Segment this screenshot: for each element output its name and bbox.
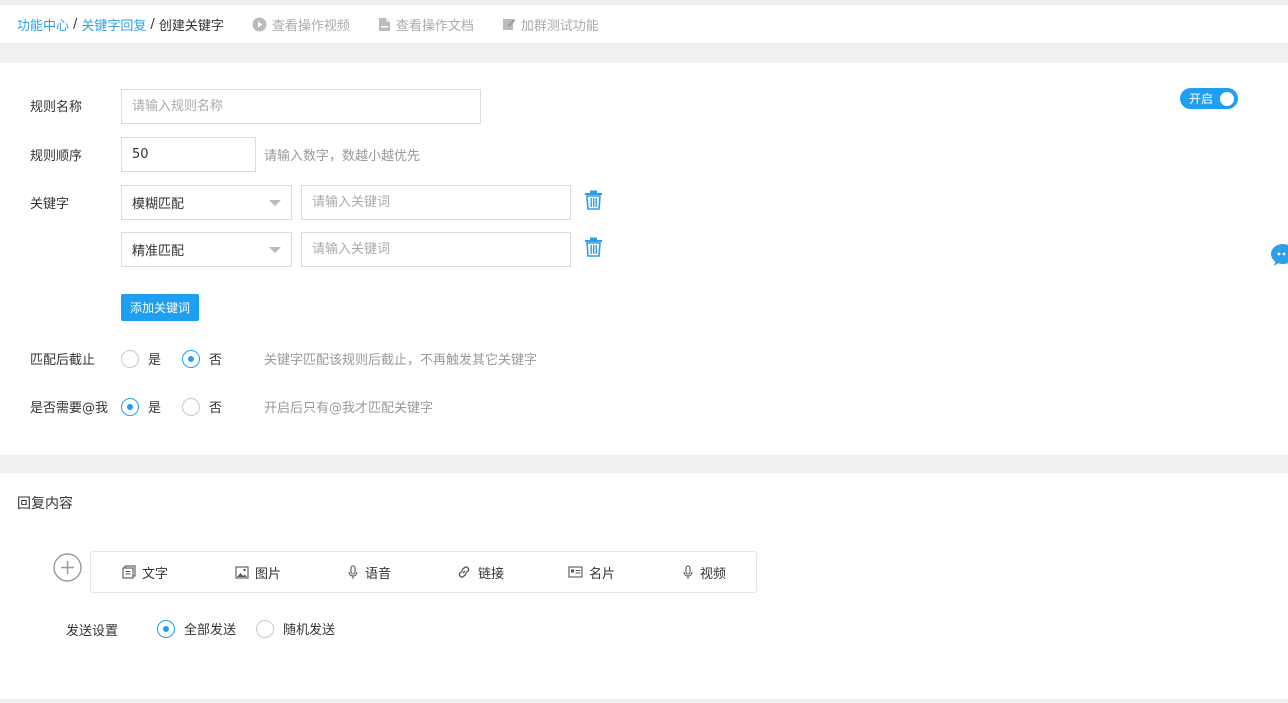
rule-order-hint: 请输入数字，数越小越优先 bbox=[264, 149, 421, 164]
microphone-icon bbox=[682, 564, 694, 580]
send-random-option[interactable]: 随机发送 bbox=[256, 619, 335, 638]
toggle-label: 开启 bbox=[1189, 92, 1214, 106]
radio-button[interactable] bbox=[182, 397, 200, 416]
reply-type-toolbar: 文字 图片 语音 链接 名片 视频 bbox=[90, 551, 757, 593]
need-at-hint: 开启后只有@我才匹配关键字 bbox=[264, 401, 434, 416]
radio-label: 是 bbox=[148, 401, 162, 416]
breadcrumb-separator: / bbox=[73, 16, 78, 32]
link-icon bbox=[456, 564, 472, 580]
radio-button-selected[interactable] bbox=[157, 619, 175, 638]
radio-label: 否 bbox=[209, 353, 223, 368]
select-value: 精准匹配 bbox=[132, 244, 185, 259]
stop-after-match-yes[interactable]: 是 bbox=[121, 349, 161, 368]
join-group-label: 加群测试功能 bbox=[520, 18, 599, 34]
rule-form-panel: 开启 规则名称 规则顺序 请输入数字，数越小越优先 关键字 模糊匹配 精准匹配 … bbox=[0, 63, 1288, 455]
tool-video[interactable]: 视频 bbox=[682, 552, 726, 592]
toggle-knob bbox=[1220, 92, 1234, 106]
need-at-yes[interactable]: 是 bbox=[121, 397, 161, 416]
add-keyword-button[interactable]: 添加关键词 bbox=[121, 294, 199, 321]
tool-image[interactable]: 图片 bbox=[235, 552, 281, 592]
tool-label: 图片 bbox=[255, 566, 282, 582]
tool-link[interactable]: 链接 bbox=[456, 552, 504, 592]
edit-icon bbox=[502, 17, 516, 31]
chat-bubble-icon[interactable] bbox=[1270, 242, 1288, 274]
delete-keyword-icon[interactable] bbox=[584, 190, 603, 214]
image-icon bbox=[235, 565, 249, 579]
need-at-no[interactable]: 否 bbox=[182, 397, 222, 416]
view-doc-label: 查看操作文档 bbox=[395, 18, 474, 34]
stop-after-match-hint: 关键字匹配该规则后截止，不再触发其它关键字 bbox=[264, 353, 538, 368]
radio-label: 随机发送 bbox=[283, 623, 336, 638]
breadcrumb-current: 创建关键字 bbox=[158, 18, 224, 34]
rule-name-label: 规则名称 bbox=[30, 100, 83, 115]
radio-button-selected[interactable] bbox=[182, 349, 200, 368]
keyword-match-select[interactable]: 精准匹配 bbox=[121, 232, 292, 267]
chevron-down-icon bbox=[269, 199, 281, 206]
select-value: 模糊匹配 bbox=[132, 197, 185, 212]
rule-order-label: 规则顺序 bbox=[30, 149, 83, 164]
tool-card[interactable]: 名片 bbox=[568, 552, 615, 592]
keyword-input[interactable] bbox=[301, 232, 571, 267]
play-icon bbox=[252, 17, 267, 32]
radio-button-selected[interactable] bbox=[121, 397, 139, 416]
delete-keyword-icon[interactable] bbox=[584, 237, 603, 261]
breadcrumb-keyword-reply[interactable]: 关键字回复 bbox=[81, 15, 146, 34]
stop-after-match-no[interactable]: 否 bbox=[182, 349, 222, 368]
stop-after-match-label: 匹配后截止 bbox=[30, 353, 96, 368]
chevron-down-icon bbox=[269, 246, 281, 253]
rule-order-input[interactable] bbox=[121, 137, 256, 172]
tool-label: 语音 bbox=[365, 566, 392, 582]
card-icon bbox=[568, 566, 583, 578]
text-icon bbox=[122, 565, 136, 579]
need-at-label: 是否需要@我 bbox=[30, 401, 109, 416]
enable-toggle[interactable]: 开启 bbox=[1180, 88, 1238, 109]
rule-name-input[interactable] bbox=[121, 89, 481, 124]
radio-label: 全部发送 bbox=[184, 623, 237, 638]
view-video-label: 查看操作视频 bbox=[271, 18, 350, 34]
top-bar: 功能中心 / 关键字回复 / 创建关键字 查看操作视频 查看操作文档 加群测试功… bbox=[0, 5, 1288, 43]
tool-voice[interactable]: 语音 bbox=[347, 552, 391, 592]
keyword-label: 关键字 bbox=[30, 197, 70, 212]
radio-button[interactable] bbox=[256, 619, 274, 638]
tool-text[interactable]: 文字 bbox=[122, 552, 168, 592]
reply-content-title: 回复内容 bbox=[17, 496, 73, 512]
breadcrumb-separator: / bbox=[150, 16, 155, 32]
tool-label: 链接 bbox=[478, 566, 505, 582]
send-setting-label: 发送设置 bbox=[66, 624, 119, 639]
tool-label: 文字 bbox=[142, 566, 169, 582]
keyword-match-select[interactable]: 模糊匹配 bbox=[121, 185, 292, 220]
tool-label: 视频 bbox=[700, 566, 727, 582]
microphone-icon bbox=[347, 564, 359, 580]
tool-label: 名片 bbox=[589, 566, 616, 582]
radio-label: 是 bbox=[148, 353, 162, 368]
view-video-link[interactable]: 查看操作视频 bbox=[252, 15, 350, 34]
document-icon bbox=[378, 17, 391, 32]
radio-label: 否 bbox=[209, 401, 223, 416]
add-circle-icon[interactable] bbox=[53, 553, 82, 586]
view-doc-link[interactable]: 查看操作文档 bbox=[378, 15, 474, 34]
keyword-input[interactable] bbox=[301, 185, 571, 220]
reply-content-panel: 回复内容 文字 图片 语音 链接 名片 视频 发送设置 全部发送 随机发送 bbox=[0, 473, 1288, 699]
radio-button[interactable] bbox=[121, 349, 139, 368]
breadcrumb-feature-center[interactable]: 功能中心 bbox=[17, 15, 69, 34]
join-group-link[interactable]: 加群测试功能 bbox=[502, 15, 599, 34]
send-all-option[interactable]: 全部发送 bbox=[157, 619, 236, 638]
